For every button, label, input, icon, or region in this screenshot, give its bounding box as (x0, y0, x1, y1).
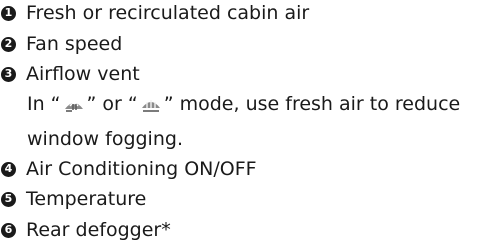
list-item: 6 Rear defogger* (0, 219, 171, 241)
list-item: 4 Air Conditioning ON/OFF (0, 158, 257, 180)
airflow-note: In “” or “” mode, use fresh air to reduc… (27, 88, 482, 155)
number-badge: 1 (1, 5, 16, 21)
note-text-middle: ” or “ (86, 93, 138, 115)
list-item: 5 Temperature (0, 188, 146, 210)
item-label: Fan speed (26, 33, 123, 55)
number-badge: 3 (1, 66, 16, 82)
list-item: 1 Fresh or recirculated cabin air (0, 2, 309, 24)
item-label: Air Conditioning ON/OFF (26, 158, 257, 180)
windshield-defrost-icon (140, 91, 162, 123)
number-badge: 5 (1, 191, 16, 207)
windshield-defrost-floor-icon (63, 91, 85, 123)
number-badge: 6 (1, 222, 16, 238)
item-label: Temperature (26, 188, 147, 210)
number-badge: 2 (1, 36, 16, 52)
number-badge: 4 (1, 161, 16, 177)
item-label: Rear defogger* (26, 219, 171, 241)
item-label: Airflow vent (26, 63, 140, 85)
item-label: Fresh or recirculated cabin air (26, 2, 310, 24)
list-item: 3 Airflow vent (0, 63, 140, 85)
note-text-start: In “ (27, 93, 61, 115)
list-item: 2 Fan speed (0, 33, 122, 55)
climate-control-legend: 1 Fresh or recirculated cabin air 2 Fan … (0, 0, 486, 246)
